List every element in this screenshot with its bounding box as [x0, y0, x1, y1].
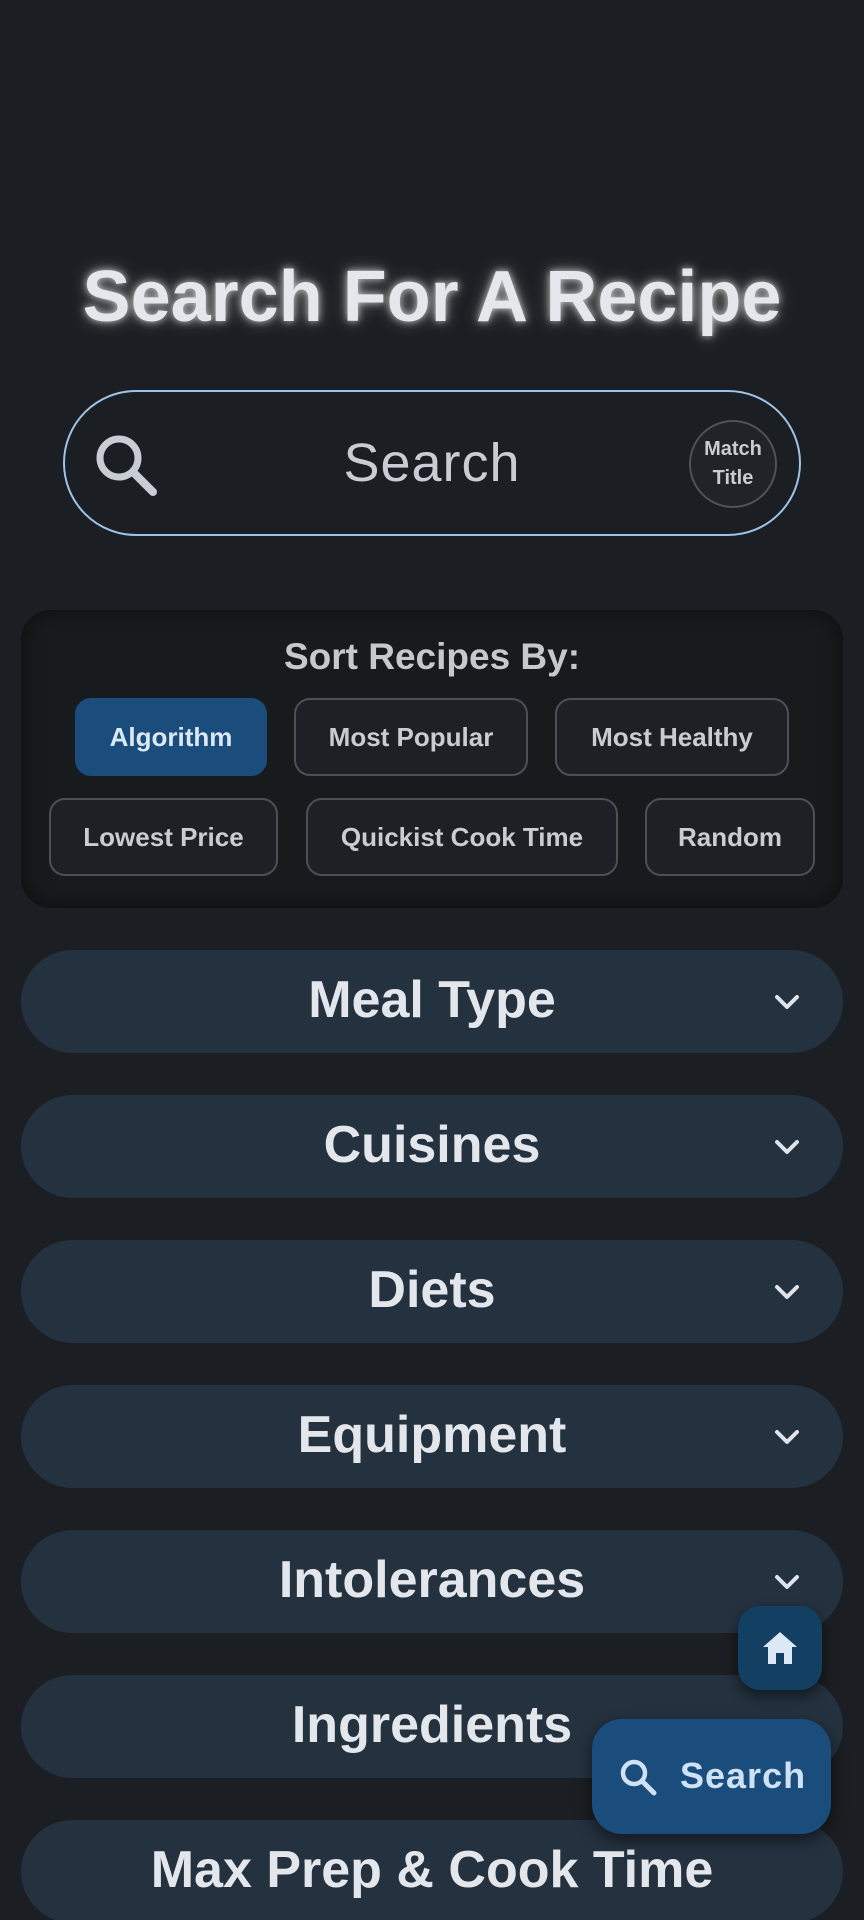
search-fab-label: Search [680, 1755, 807, 1796]
chevron-down-icon [775, 995, 799, 1009]
page-title: Search For A Recipe [82, 257, 782, 337]
filter-label: Diets [368, 1261, 496, 1319]
sort-option-most-healthy[interactable]: Most Healthy [555, 698, 789, 776]
chevron-down-icon [775, 1140, 799, 1154]
match-title-line2: Title [712, 467, 754, 489]
chevron-down-icon [775, 1285, 799, 1299]
filter-label: Max Prep & Cook Time [150, 1841, 714, 1899]
home-icon [763, 1632, 797, 1664]
sort-option-most-popular[interactable]: Most Popular [294, 698, 528, 776]
filter-meal-type[interactable]: Meal Type [21, 950, 843, 1053]
filter-cuisines[interactable]: Cuisines [21, 1095, 843, 1198]
match-title-line1: Match [704, 438, 762, 460]
filter-equipment[interactable]: Equipment [21, 1385, 843, 1488]
search-icon [620, 1759, 657, 1796]
chevron-down-icon [775, 1430, 799, 1444]
home-button[interactable] [738, 1606, 822, 1690]
match-title-button[interactable]: Match Title [689, 420, 777, 508]
search-bar[interactable]: Search Match Title [63, 390, 801, 536]
filter-label: Equipment [297, 1406, 567, 1464]
filter-max-prep-cook-time[interactable]: Max Prep & Cook Time [21, 1820, 843, 1920]
filter-intolerances[interactable]: Intolerances [21, 1530, 843, 1633]
chevron-down-icon [775, 1575, 799, 1589]
filter-label: Cuisines [323, 1116, 541, 1174]
sort-option-lowest-price[interactable]: Lowest Price [49, 798, 278, 876]
sort-option-random[interactable]: Random [645, 798, 815, 876]
sort-option-algorithm[interactable]: Algorithm [75, 698, 267, 776]
sort-panel: Sort Recipes By: Algorithm Most Popular … [21, 610, 843, 908]
sort-title: Sort Recipes By: [283, 636, 581, 677]
filter-label: Intolerances [278, 1551, 586, 1609]
sort-option-quickest-cook-time[interactable]: Quickist Cook Time [306, 798, 618, 876]
search-fab-button[interactable]: Search [592, 1719, 831, 1834]
search-page: Search For A Recipe Search Match Title S… [0, 0, 864, 1920]
filter-diets[interactable]: Diets [21, 1240, 843, 1343]
filter-label: Meal Type [308, 971, 556, 1029]
